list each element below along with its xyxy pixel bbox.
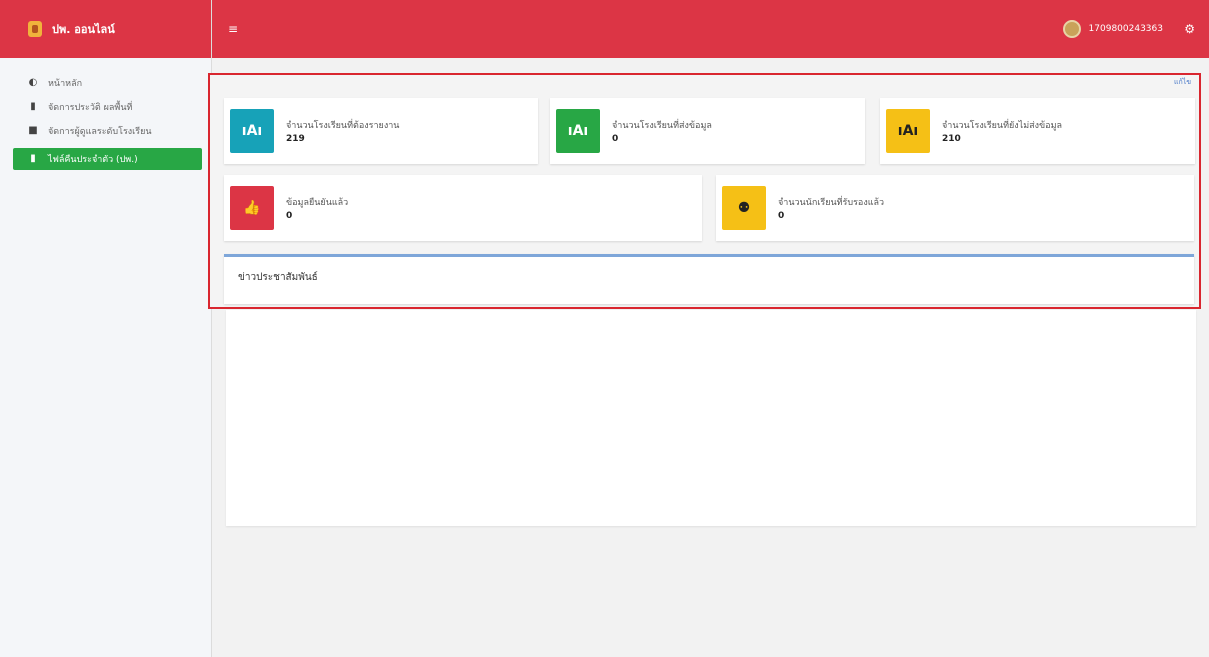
username: 1709800243363 — [1088, 24, 1163, 34]
info-box-value: 210 — [942, 134, 961, 144]
sidebar-item-history[interactable]: ▮ จัดการประวัติ ผลพื้นที่ — [0, 96, 211, 118]
info-box-label: จำนวนนักเรียนที่รับรองแล้ว — [778, 198, 885, 208]
info-box-label: จำนวนโรงเรียนที่ต้องรายงาน — [286, 121, 400, 131]
topbar: ≡ 1709800243363 ⚙ — [212, 0, 1209, 58]
sidebar-item-files[interactable]: ▮ ไฟล์คืนประจำตัว (ปพ.) — [13, 148, 202, 170]
school-icon: ıAı — [886, 109, 930, 153]
sidebar-item-admins[interactable]: ■ จัดการผู้ดูแลระดับโรงเรียน — [0, 120, 211, 142]
document-icon: ▮ — [30, 153, 36, 164]
info-box-label: ข้อมูลยืนยันแล้ว — [286, 198, 349, 208]
info-box-value: 0 — [778, 211, 785, 221]
avatar — [1062, 20, 1081, 38]
info-box-submitted[interactable]: ıAı จำนวนโรงเรียนที่ส่งข้อมูล 0 — [550, 98, 865, 164]
info-box-value: 0 — [612, 134, 619, 144]
sidebar-item-label: จัดการผู้ดูแลระดับโรงเรียน — [48, 127, 152, 137]
news-card: ข่าวประชาสัมพันธ์ — [224, 254, 1194, 304]
brand[interactable]: ปพ. ออนไลน์ — [0, 0, 211, 58]
sidebar-nav: ◐ หน้าหลัก ▮ จัดการประวัติ ผลพื้นที่ ■ จ… — [0, 58, 211, 170]
book-icon: ■ — [28, 125, 38, 136]
info-box-value: 219 — [286, 134, 305, 144]
settings-icon[interactable]: ⚙ — [1184, 22, 1195, 36]
info-box-value: 0 — [286, 211, 293, 221]
school-icon: ıAı — [556, 109, 600, 153]
sidebar: ปพ. ออนไลน์ ◐ หน้าหลัก ▮ จัดการประวัติ ผ… — [0, 0, 212, 657]
info-box-confirmed[interactable]: 👍 ข้อมูลยืนยันแล้ว 0 — [224, 175, 702, 241]
info-box-not-submitted[interactable]: ıAı จำนวนโรงเรียนที่ยังไม่ส่งข้อมูล 210 — [880, 98, 1195, 164]
sidebar-item-label: หน้าหลัก — [48, 79, 83, 89]
brand-title: ปพ. ออนไลน์ — [52, 23, 115, 36]
edit-link[interactable]: แก้ไข — [1174, 77, 1191, 88]
info-box-required[interactable]: ıAı จำนวนโรงเรียนที่ต้องรายงาน 219 — [224, 98, 538, 164]
info-box-certified[interactable]: ⚉ จำนวนนักเรียนที่รับรองแล้ว 0 — [716, 175, 1194, 241]
news-title: ข่าวประชาสัมพันธ์ — [238, 272, 318, 283]
dashboard-icon: ◐ — [28, 77, 38, 88]
users-icon: ⚉ — [722, 186, 766, 230]
school-icon: ıAı — [230, 109, 274, 153]
thumbs-up-icon: 👍 — [230, 186, 274, 230]
main-content: แก้ไข ıAı จำนวนโรงเรียนที่ต้องรายงาน 219… — [208, 58, 1209, 657]
info-box-label: จำนวนโรงเรียนที่ส่งข้อมูล — [612, 121, 712, 131]
sidebar-item-label: ไฟล์คืนประจำตัว (ปพ.) — [48, 155, 138, 165]
hamburger-menu-icon[interactable]: ≡ — [228, 22, 238, 36]
sidebar-item-home[interactable]: ◐ หน้าหลัก — [0, 72, 211, 94]
user-menu[interactable]: 1709800243363 — [1062, 20, 1163, 38]
logo-icon — [28, 21, 42, 37]
info-box-label: จำนวนโรงเรียนที่ยังไม่ส่งข้อมูล — [942, 121, 1063, 131]
content-card — [226, 310, 1196, 526]
dashboard-panel: แก้ไข ıAı จำนวนโรงเรียนที่ต้องรายงาน 219… — [208, 73, 1201, 309]
file-icon: ▮ — [30, 101, 36, 112]
sidebar-item-label: จัดการประวัติ ผลพื้นที่ — [48, 103, 133, 113]
